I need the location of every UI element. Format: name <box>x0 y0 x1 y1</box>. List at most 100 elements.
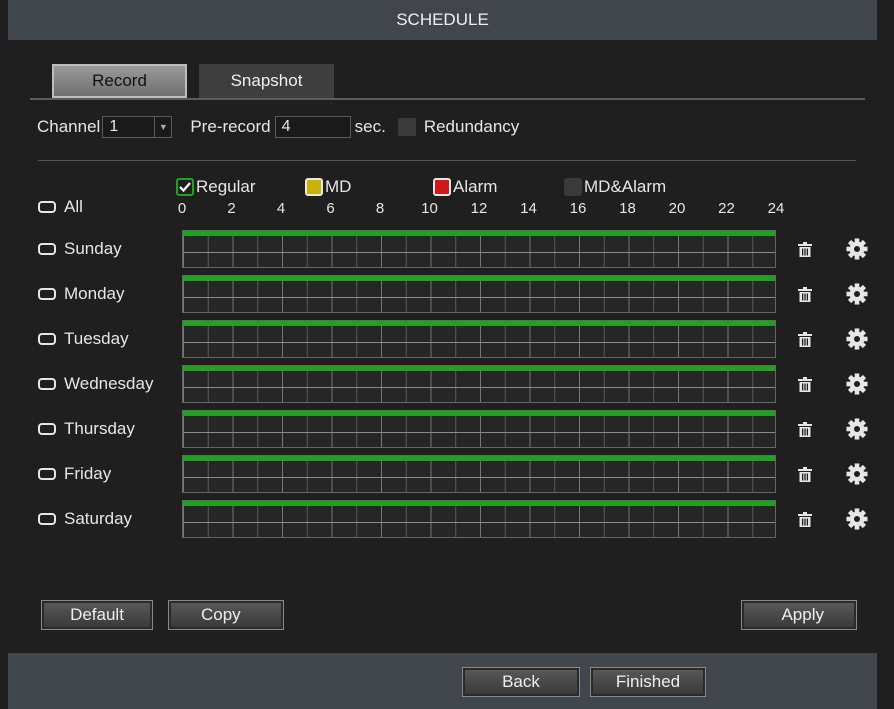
select-day-icon[interactable] <box>38 423 56 435</box>
select-day-icon[interactable] <box>38 468 56 480</box>
legend-alarm[interactable]: Alarm <box>433 176 497 198</box>
tab-divider <box>30 98 865 100</box>
day-label: Friday <box>64 464 112 483</box>
trash-icon[interactable] <box>798 467 812 483</box>
channel-row: Channel 1 ▼ Pre-record 4 sec. Redundancy <box>37 114 519 140</box>
channel-value: 1 <box>109 118 119 135</box>
select-day-icon[interactable] <box>38 243 56 255</box>
hour-axis: 0 2 4 6 8 10 12 14 16 18 20 22 24 <box>172 200 792 220</box>
day-row-label[interactable]: Friday <box>38 464 111 484</box>
regular-record-segment <box>183 276 775 281</box>
gear-icon[interactable] <box>846 508 868 530</box>
hour-tick-label: 4 <box>276 200 286 217</box>
regular-record-segment <box>183 411 775 416</box>
legend-regular-label: Regular <box>196 177 256 196</box>
schedule-timeline[interactable] <box>182 230 776 268</box>
hour-tick-label: 6 <box>326 200 335 217</box>
tab-snapshot[interactable]: Snapshot <box>199 64 334 98</box>
legend-alarm-label: Alarm <box>453 177 498 196</box>
title-bar: SCHEDULE <box>8 0 877 40</box>
gear-icon[interactable] <box>846 238 868 260</box>
prerecord-unit: sec. <box>354 117 386 136</box>
trash-icon[interactable] <box>798 512 812 528</box>
chevron-down-icon[interactable]: ▼ <box>154 117 171 137</box>
gear-icon[interactable] <box>846 283 868 305</box>
schedule-timeline[interactable] <box>182 410 776 448</box>
hour-tick-label: 20 <box>668 200 686 217</box>
apply-button[interactable]: Apply <box>741 600 857 630</box>
channel-select[interactable]: 1 ▼ <box>102 116 173 138</box>
bottom-bar: Back Finished <box>8 653 877 709</box>
day-row-label[interactable]: Thursday <box>38 419 135 439</box>
regular-record-segment <box>183 321 775 326</box>
regular-record-segment <box>183 231 775 236</box>
schedule-panel: Record Snapshot Channel 1 ▼ Pre-record 4… <box>8 42 877 651</box>
schedule-timeline[interactable] <box>182 320 776 358</box>
hour-tick-label: 16 <box>569 200 587 217</box>
legend-md-label: MD <box>325 177 352 196</box>
legend-md-alarm-label: MD&Alarm <box>584 177 667 196</box>
day-label: Monday <box>64 284 125 303</box>
checkbox-checked-icon[interactable] <box>176 178 194 196</box>
schedule-timeline[interactable] <box>182 500 776 538</box>
hour-tick-label: 0 <box>177 200 187 217</box>
day-row-label[interactable]: Monday <box>38 284 124 304</box>
schedule-timeline[interactable] <box>182 365 776 403</box>
default-button[interactable]: Default <box>41 600 153 630</box>
prerecord-label: Pre-record <box>190 117 271 136</box>
prerecord-input[interactable]: 4 <box>274 116 351 138</box>
day-label: Tuesday <box>64 329 129 348</box>
select-day-icon[interactable] <box>38 333 56 345</box>
trash-icon[interactable] <box>798 377 812 393</box>
finished-button[interactable]: Finished <box>590 667 706 697</box>
trash-icon[interactable] <box>798 332 812 348</box>
legend-regular[interactable]: Regular <box>176 176 256 198</box>
regular-record-segment <box>183 456 775 461</box>
legend-md[interactable]: MD <box>305 176 351 198</box>
day-row-label[interactable]: Tuesday <box>38 329 129 349</box>
channel-label: Channel <box>37 117 101 136</box>
hour-tick-label: 2 <box>227 200 236 217</box>
all-label: All <box>64 197 83 216</box>
redundancy-checkbox[interactable] <box>397 118 416 136</box>
tab-record[interactable]: Record <box>52 64 187 98</box>
select-day-icon[interactable] <box>38 288 56 300</box>
day-label: Saturday <box>64 509 133 528</box>
select-all-icon[interactable] <box>38 201 56 213</box>
trash-icon[interactable] <box>798 287 812 303</box>
hour-tick-label: 10 <box>421 200 438 217</box>
redundancy-label: Redundancy <box>423 117 520 136</box>
regular-record-segment <box>183 366 775 371</box>
trash-icon[interactable] <box>798 242 812 258</box>
copy-button[interactable]: Copy <box>168 600 284 630</box>
day-row-label[interactable]: Wednesday <box>38 374 153 394</box>
hour-tick-label: 22 <box>718 200 735 217</box>
regular-record-segment <box>183 501 775 506</box>
gear-icon[interactable] <box>846 328 868 350</box>
gear-icon[interactable] <box>846 463 868 485</box>
day-label: Sunday <box>64 239 122 258</box>
hour-tick-label: 14 <box>520 200 537 217</box>
day-label: Wednesday <box>64 374 154 393</box>
select-day-icon[interactable] <box>38 513 56 525</box>
md-alarm-color-swatch[interactable] <box>564 178 582 196</box>
day-row-label[interactable]: Saturday <box>38 509 132 529</box>
trash-icon[interactable] <box>798 422 812 438</box>
day-row-label[interactable]: Sunday <box>38 239 122 259</box>
hour-tick-label: 12 <box>470 200 488 217</box>
hour-tick-label: 18 <box>619 200 636 217</box>
window-title: SCHEDULE <box>396 10 489 29</box>
day-label: Thursday <box>64 419 135 438</box>
all-row[interactable]: All <box>38 197 83 217</box>
schedule-timeline[interactable] <box>182 455 776 493</box>
legend-md-alarm[interactable]: MD&Alarm <box>564 176 666 198</box>
hour-tick-label: 8 <box>375 200 385 217</box>
gear-icon[interactable] <box>846 418 868 440</box>
md-color-swatch[interactable] <box>305 178 323 196</box>
schedule-timeline[interactable] <box>182 275 776 313</box>
back-button[interactable]: Back <box>462 667 580 697</box>
alarm-color-swatch[interactable] <box>433 178 451 196</box>
separator <box>38 160 856 161</box>
select-day-icon[interactable] <box>38 378 56 390</box>
gear-icon[interactable] <box>846 373 868 395</box>
